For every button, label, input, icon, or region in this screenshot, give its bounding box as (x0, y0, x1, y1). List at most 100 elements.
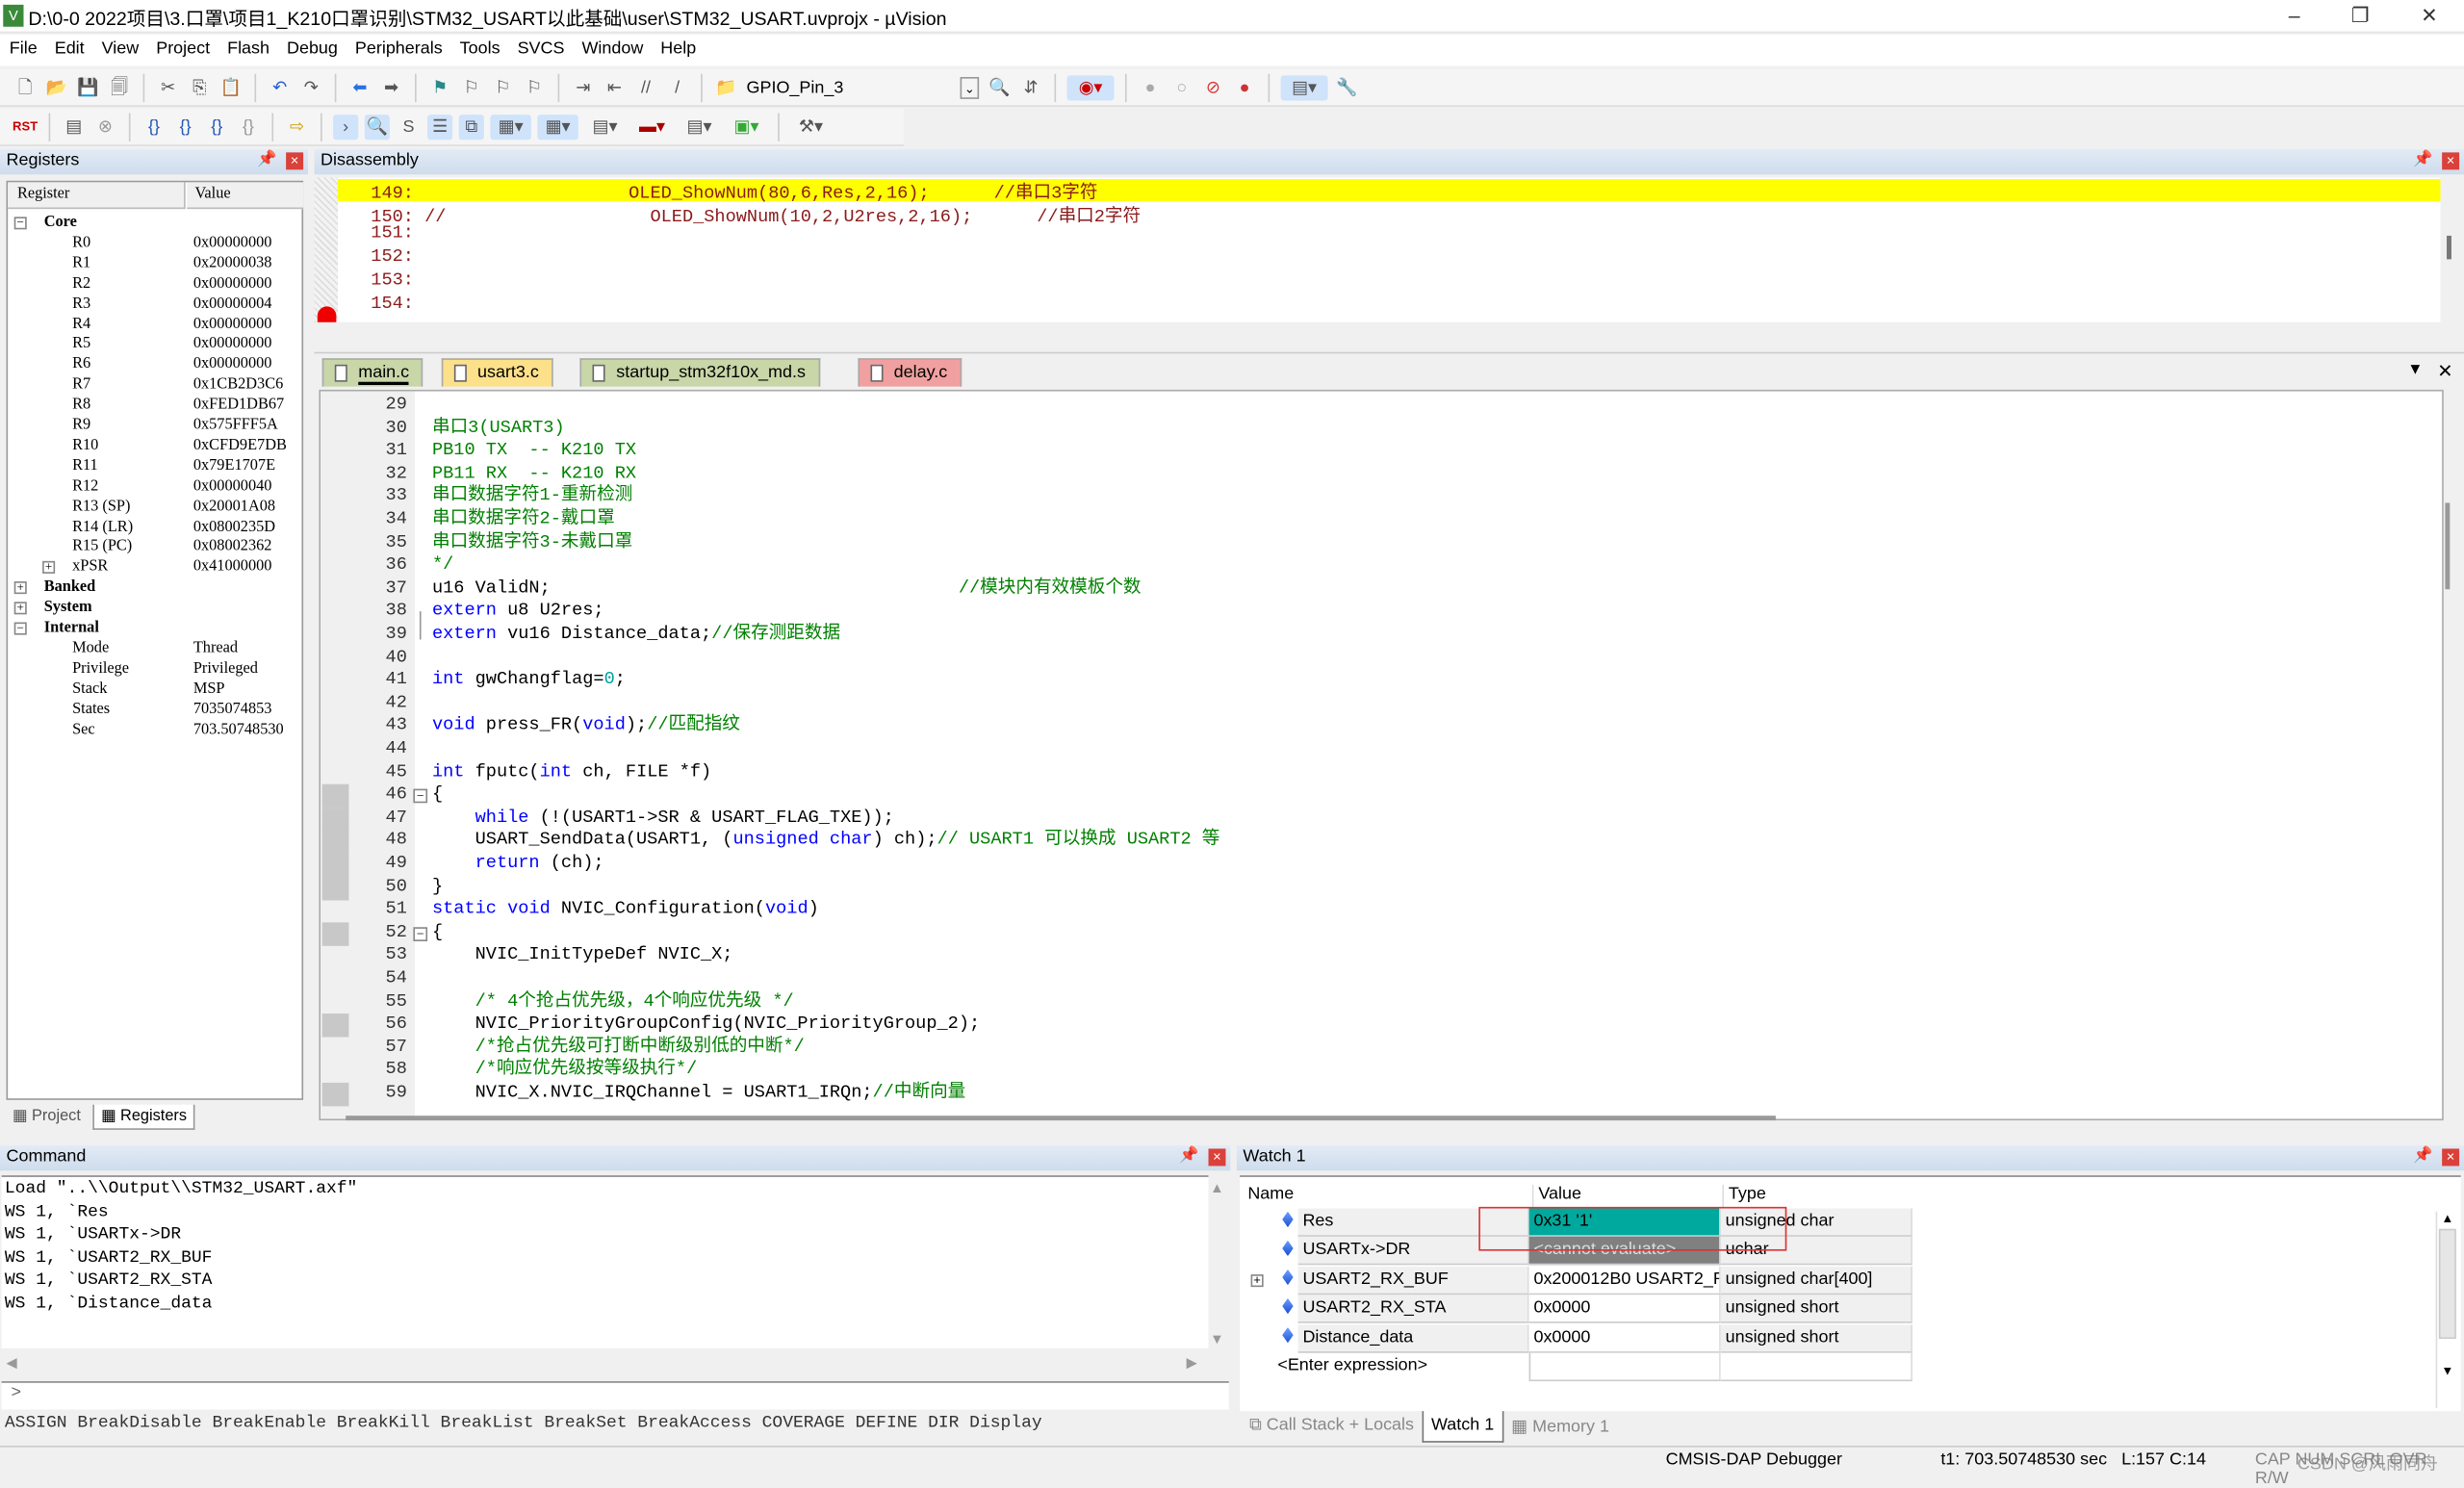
close-icon[interactable]: × (2442, 152, 2460, 170)
editor-tab-main-c[interactable]: main.c (321, 358, 424, 387)
show-next-statement-icon[interactable]: ⇨ (285, 114, 310, 139)
register-row[interactable]: R2 0x00000000 (8, 274, 301, 295)
watch-row[interactable]: USART2_RX_STA 0x0000 unsigned short (1242, 1295, 1917, 1323)
register-row[interactable]: R12 0x00000040 (8, 477, 301, 498)
reset-icon[interactable]: RST (13, 114, 38, 139)
insert-breakpoint-icon[interactable]: ● (1138, 75, 1163, 100)
kill-breakpoints-icon[interactable]: ● (1232, 75, 1257, 100)
find-in-files-icon[interactable]: 📁 (713, 75, 738, 100)
target-combo[interactable]: GPIO_Pin_3 ⌄ (745, 73, 981, 101)
register-row[interactable]: Privilege Privileged (8, 659, 301, 680)
expand-toggle-icon[interactable]: + (1250, 1273, 1264, 1287)
menu-file[interactable]: File (0, 35, 45, 59)
register-row[interactable]: States 7035074853 (8, 700, 301, 720)
debug-session-icon[interactable]: ◉▾ (1066, 74, 1115, 100)
indent-icon[interactable]: ⇥ (571, 75, 596, 100)
disable-breakpoints-icon[interactable]: ⊘ (1200, 75, 1225, 100)
watch-value[interactable]: 0x0000 (1528, 1295, 1721, 1323)
enter-expression-input[interactable]: <Enter expression> (1272, 1353, 1528, 1381)
register-row[interactable]: R8 0xFED1DB67 (8, 397, 301, 417)
find-icon[interactable]: 🔍 (987, 75, 1012, 100)
clear-bookmarks-icon[interactable]: ⚐ (522, 75, 547, 100)
register-row[interactable]: Sec 703.50748530 (8, 721, 301, 741)
close-window-button[interactable]: ✕ (2406, 3, 2453, 28)
close-icon[interactable]: × (2442, 1148, 2460, 1167)
new-file-icon[interactable]: 🗋 (13, 75, 38, 100)
serial-window-icon[interactable]: ▤▾ (584, 114, 625, 139)
editor-tab-delay-c[interactable]: delay.c (858, 358, 962, 387)
register-row[interactable]: + System (8, 599, 301, 619)
chevron-down-icon[interactable]: ⌄ (960, 76, 980, 99)
register-row[interactable]: R9 0x575FFF5A (8, 417, 301, 437)
editor-tab-usart3-c[interactable]: usart3.c (441, 358, 553, 387)
menu-peripherals[interactable]: Peripherals (346, 35, 450, 59)
tab-list-chevron-icon[interactable]: ▼ (2407, 362, 2423, 379)
tab-memory-1[interactable]: ▦ Memory 1 (1503, 1411, 1617, 1443)
call-stack-icon[interactable]: ⧉ (458, 114, 484, 140)
scroll-left-icon[interactable]: ◀ (7, 1354, 17, 1372)
watch-row[interactable]: + USART2_RX_BUF 0x200012B0 USART2_R... unsi… (1242, 1266, 1917, 1295)
next-bookmark-icon[interactable]: ⚐ (490, 75, 515, 100)
fold-toggle-icon[interactable]: − (413, 926, 428, 941)
watch-row[interactable]: <Enter expression> (1242, 1352, 1917, 1382)
prev-bookmark-icon[interactable]: ⚐ (459, 75, 484, 100)
logic-analyzer-icon[interactable]: ▬▾ (631, 114, 672, 139)
command-window-icon[interactable]: › (333, 114, 359, 140)
step-into-icon[interactable]: {} (141, 114, 167, 139)
minimize-button[interactable]: – (2271, 3, 2318, 28)
open-file-icon[interactable]: 📂 (44, 75, 69, 100)
disassembly-view[interactable]: 149: OLED_ShowNum(80,6,Res,2,16); //串口3字… (314, 177, 2441, 322)
system-viewer-icon[interactable]: ▣▾ (726, 114, 766, 139)
close-editor-icon[interactable]: ✕ (2437, 360, 2452, 382)
disassembly-line[interactable]: 149: OLED_ShowNum(80,6,Res,2,16); //串口3字… (371, 179, 1097, 205)
register-row[interactable]: R10 0xCFD9E7DB (8, 437, 301, 457)
menu-help[interactable]: Help (652, 35, 705, 59)
watch-value[interactable]: 0x0000 (1528, 1323, 1721, 1353)
restore-button[interactable]: ❐ (2337, 3, 2384, 28)
cut-icon[interactable]: ✂ (156, 75, 181, 100)
close-icon[interactable]: × (1208, 1148, 1226, 1167)
register-row[interactable]: R7 0x1CB2D3C6 (8, 376, 301, 397)
expand-toggle-icon[interactable]: + (42, 561, 56, 575)
watch-window-icon[interactable]: ▦▾ (490, 114, 531, 140)
disassembly-scrollbar[interactable] (2447, 235, 2451, 260)
save-all-icon[interactable]: 🗐 (107, 75, 132, 100)
code-editor[interactable]: 29 30 串口3(USART3) 31 PB10 TX -- K210 TX 32 PB1… (319, 389, 2444, 1121)
watch-vertical-scrollbar[interactable]: ▲ ▼ (2435, 1211, 2458, 1408)
register-row[interactable]: R5 0x00000000 (8, 335, 301, 355)
nav-forward-icon[interactable]: ➡ (378, 75, 403, 100)
pin-icon[interactable]: 📌 (2413, 151, 2432, 168)
tab-registers[interactable]: ▦ Registers (92, 1104, 195, 1130)
register-row[interactable]: R11 0x79E1707E (8, 457, 301, 477)
tab-project[interactable]: ▦ Project (7, 1105, 88, 1130)
tab-watch-1[interactable]: Watch 1 (1422, 1411, 1504, 1443)
register-row[interactable]: Stack MSP (8, 680, 301, 700)
unindent-icon[interactable]: ⇤ (602, 75, 627, 100)
register-row[interactable]: R4 0x00000000 (8, 315, 301, 335)
column-header-value[interactable]: Value (187, 182, 304, 210)
menu-window[interactable]: Window (573, 35, 652, 59)
menu-tools[interactable]: Tools (450, 35, 508, 59)
copy-icon[interactable]: ⎘ (187, 75, 212, 100)
register-row[interactable]: + xPSR 0x41000000 (8, 558, 301, 578)
bookmark-icon[interactable]: ⚑ (427, 75, 452, 100)
editor-vertical-scrollbar[interactable] (2445, 502, 2451, 590)
scroll-right-icon[interactable]: ▶ (1187, 1354, 1197, 1372)
fold-toggle-icon[interactable]: − (413, 788, 428, 804)
register-row[interactable]: R13 (SP) 0x20001A08 (8, 498, 301, 518)
register-row[interactable]: − Internal (8, 619, 301, 639)
memory-window-icon[interactable]: ▦▾ (537, 114, 578, 140)
close-icon[interactable]: × (286, 152, 304, 170)
expand-toggle-icon[interactable]: − (13, 622, 27, 635)
nav-back-icon[interactable]: ⬅ (347, 75, 372, 100)
expand-toggle-icon[interactable]: + (13, 581, 27, 595)
register-row[interactable]: R6 0x00000000 (8, 355, 301, 375)
watch-row[interactable]: Distance_data 0x0000 unsigned short (1242, 1323, 1917, 1353)
disassembly-window-icon[interactable]: 🔍 (364, 114, 390, 140)
register-row[interactable]: − Core (8, 214, 301, 234)
step-out-icon[interactable]: {} (204, 114, 229, 139)
scroll-down-icon[interactable]: ▼ (1210, 1331, 1224, 1347)
pin-icon[interactable]: 📌 (2413, 1147, 2432, 1165)
registers-window-icon[interactable]: ☰ (427, 114, 453, 140)
tab-call-stack-locals[interactable]: ⧉ Call Stack + Locals (1242, 1411, 1422, 1443)
